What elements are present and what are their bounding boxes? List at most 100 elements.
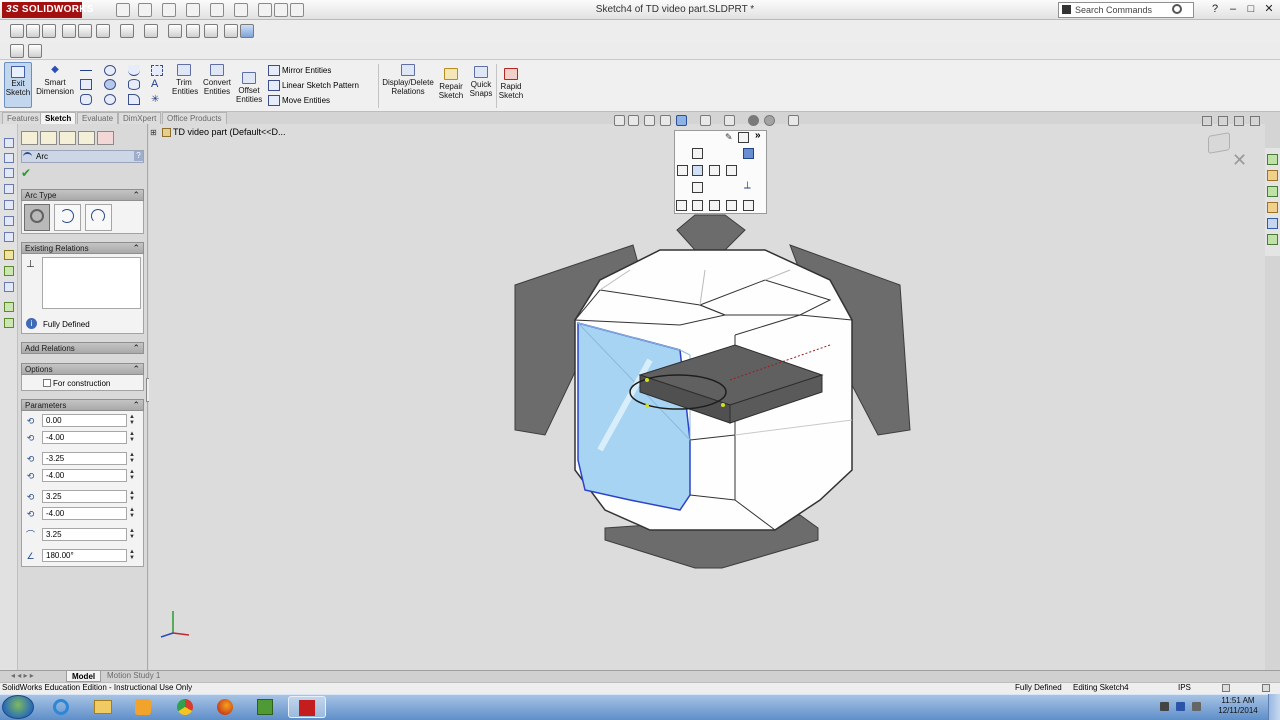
text-icon[interactable]: A — [151, 79, 163, 90]
arc-icon[interactable] — [104, 79, 116, 90]
tab-dimxpert[interactable]: DimXpert — [118, 112, 162, 124]
volume-tray-icon[interactable] — [1192, 702, 1201, 711]
offset-entities-button[interactable]: Offset Entities — [236, 72, 262, 104]
view-orientation-icon[interactable] — [120, 24, 134, 38]
new-document-icon[interactable] — [116, 3, 130, 17]
arc-start-point[interactable] — [645, 378, 649, 382]
move-entities-button[interactable]: Move Entities — [282, 96, 330, 105]
quick-snaps-button[interactable]: Quick Snaps — [468, 66, 494, 98]
edit-appearance-hud-icon[interactable] — [748, 115, 759, 126]
for-construction-checkbox[interactable] — [43, 379, 51, 387]
radius-spinner[interactable]: ▲ ▼ — [128, 528, 136, 541]
taskbar-clock[interactable]: 11:51 AM 12/11/2014 — [1214, 696, 1262, 716]
hide-show-items-hud-icon[interactable] — [724, 115, 735, 126]
top-view-icon[interactable] — [692, 148, 703, 159]
fillet-icon[interactable] — [128, 94, 140, 105]
search-icon[interactable] — [1172, 4, 1182, 14]
view-settings-icon[interactable] — [240, 24, 254, 38]
link-views-icon[interactable] — [743, 200, 754, 211]
viewport-maximize-icon[interactable] — [1250, 116, 1260, 126]
previous-view-hud-icon[interactable] — [644, 115, 655, 126]
pin-icon[interactable]: ✎ — [725, 132, 733, 143]
zoom-to-fit-hud-icon[interactable] — [614, 115, 625, 126]
rebuild-icon[interactable] — [258, 3, 272, 17]
mirror-entities-button[interactable]: Mirror Entities — [282, 66, 331, 75]
left-view-icon[interactable] — [677, 165, 688, 176]
sketch-layer-icon[interactable] — [4, 302, 14, 312]
center-y-field[interactable]: -4.00 — [42, 431, 127, 444]
file-properties-icon[interactable] — [274, 3, 288, 17]
hide-show-icon[interactable] — [168, 24, 182, 38]
start-y-spinner[interactable]: ▲ ▼ — [128, 469, 136, 482]
tab-model[interactable]: Model — [66, 670, 102, 682]
more-chevron-icon[interactable]: » — [755, 130, 761, 141]
viewport-minimize-icon[interactable] — [1234, 116, 1244, 126]
arc-type-header[interactable]: Arc Type ⌃ — [21, 189, 144, 201]
smart-dimension-button[interactable]: ◆ Smart Dimension — [34, 64, 76, 96]
slot-icon[interactable] — [80, 94, 92, 105]
sketch-relations-icon[interactable] — [4, 216, 14, 226]
front-view-icon[interactable] — [692, 165, 703, 176]
units-status[interactable]: IPS — [1178, 683, 1191, 692]
repair-sketch-button[interactable]: Repair Sketch — [437, 68, 465, 100]
point-icon[interactable]: ✳ — [151, 94, 163, 105]
isometric-view-icon[interactable] — [743, 148, 754, 159]
view-settings-hud-icon[interactable] — [788, 115, 799, 126]
sketch-icon[interactable] — [10, 44, 24, 58]
dimxpert-icon[interactable] — [4, 184, 14, 194]
ok-checkmark-button[interactable]: ✔ — [21, 166, 31, 180]
exit-sketch-corner-icon[interactable]: ✕ — [1232, 150, 1247, 171]
radius-field[interactable]: 3.25 — [42, 528, 127, 541]
scene-icon[interactable] — [204, 24, 218, 38]
pm-display-tab[interactable] — [97, 131, 114, 145]
existing-relations-list[interactable] — [42, 257, 141, 309]
rotate-view-icon[interactable] — [62, 24, 76, 38]
file-explorer-icon[interactable] — [1267, 186, 1278, 197]
end-y-field[interactable]: -4.00 — [42, 507, 127, 520]
appearances-icon[interactable] — [1267, 218, 1278, 229]
center-x-field[interactable]: 0.00 — [42, 414, 127, 427]
display-style-icon[interactable] — [144, 24, 158, 38]
selected-front-face[interactable] — [577, 322, 691, 511]
help-button[interactable]: ? — [1208, 3, 1222, 17]
pm-propertymanager-tab[interactable] — [40, 131, 57, 145]
solidworks-resources-icon[interactable] — [1267, 154, 1278, 165]
camtasia-taskbar-button[interactable] — [246, 696, 284, 718]
feature-tree-root[interactable]: TD video part (Default<<D... — [173, 127, 286, 137]
viewport-tile-icon[interactable] — [1218, 116, 1228, 126]
trim-entities-button[interactable]: Trim Entities — [172, 64, 198, 96]
section-view-hud-icon[interactable] — [660, 115, 671, 126]
center-y-spinner[interactable]: ▲ ▼ — [128, 431, 136, 444]
two-view-vertical-icon[interactable] — [709, 200, 720, 211]
start-x-spinner[interactable]: ▲ ▼ — [128, 452, 136, 465]
bottom-view-icon[interactable] — [692, 182, 703, 193]
feature-tree-icon[interactable] — [4, 138, 14, 148]
configuration-icon[interactable] — [4, 168, 14, 178]
tab-sketch[interactable]: Sketch — [40, 112, 77, 124]
solidworks-logo[interactable]: 3S SOLIDWORKS — [2, 2, 93, 18]
status-options-icon[interactable] — [1222, 684, 1230, 692]
arc-end-point[interactable] — [721, 403, 725, 407]
arc-center-point[interactable] — [645, 404, 649, 408]
sketch-tools-icon[interactable] — [4, 232, 14, 242]
end-x-spinner[interactable]: ▲ ▼ — [128, 490, 136, 503]
view-selector-cube[interactable] — [500, 210, 920, 580]
options-header[interactable]: Options ⌃ — [21, 363, 144, 375]
viewport-restore-icon[interactable] — [1202, 116, 1212, 126]
start-x-field[interactable]: -3.25 — [42, 452, 127, 465]
tab-scroll-arrows[interactable]: ◂ ◂ ▸ ▸ — [6, 670, 39, 682]
centerline-icon[interactable] — [151, 65, 163, 76]
section-view-icon[interactable] — [224, 24, 238, 38]
right-view-icon[interactable] — [709, 165, 720, 176]
view-palette-icon[interactable] — [1267, 202, 1278, 213]
add-relations-header[interactable]: Add Relations ⌃ — [21, 342, 144, 354]
property-manager-icon[interactable] — [4, 153, 14, 163]
display-style-hud-icon[interactable] — [700, 115, 711, 126]
custom-properties-icon[interactable] — [1267, 234, 1278, 245]
help-icon[interactable]: ? — [134, 151, 143, 161]
parameters-header[interactable]: Parameters ⌃ — [21, 399, 144, 411]
smart-dimension-side-icon[interactable] — [4, 250, 14, 260]
options-gear-icon[interactable] — [290, 3, 304, 17]
zoom-to-area-icon[interactable] — [26, 24, 40, 38]
pan-icon[interactable] — [78, 24, 92, 38]
